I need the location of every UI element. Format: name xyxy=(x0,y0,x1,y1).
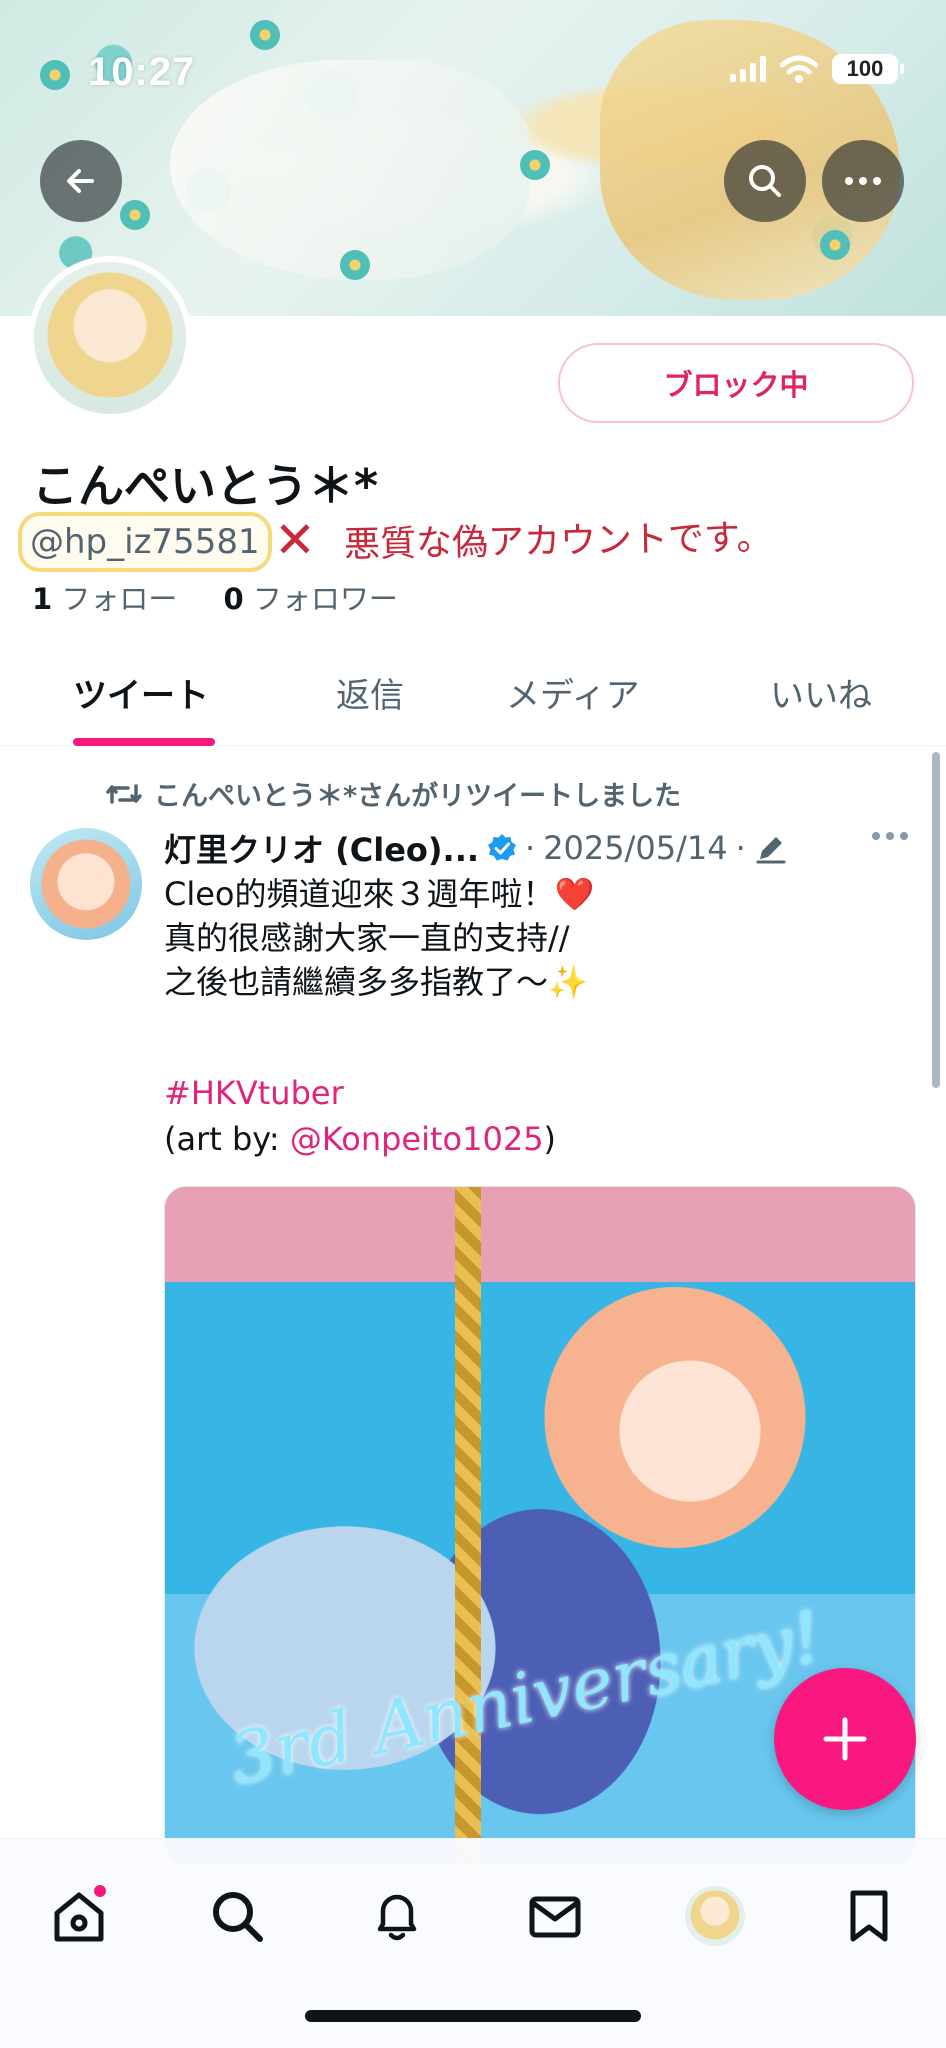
meta-separator: · xyxy=(735,829,746,867)
following-label: フォロー xyxy=(61,582,178,616)
scrollbar[interactable] xyxy=(932,752,940,1088)
tweet-tags: #HKVtuber (art by: @Konpeito1025) xyxy=(164,1070,556,1162)
follow-stats: 1 フォロー 0 フォロワー xyxy=(32,576,398,618)
search-icon xyxy=(213,1892,263,1942)
nav-search[interactable] xyxy=(202,1881,272,1951)
profile-avatar xyxy=(685,1886,745,1946)
retweet-notice: こんぺいとう＊*さんがリツイートしました xyxy=(106,774,681,813)
status-bar: 10:27 100 xyxy=(0,0,946,120)
signal-icon xyxy=(730,56,766,82)
art-credit: (art by: @Konpeito1025) xyxy=(164,1116,556,1162)
compose-tweet-button[interactable] xyxy=(774,1668,916,1810)
plus-icon xyxy=(823,1717,867,1761)
blocked-button[interactable]: ブロック中 xyxy=(558,343,914,423)
credit-prefix: (art by: xyxy=(164,1120,290,1158)
hashtag-link[interactable]: #HKVtuber xyxy=(164,1070,556,1116)
image-carousel-pole xyxy=(455,1187,481,1865)
profile-avatar[interactable] xyxy=(28,256,192,420)
banner-flower xyxy=(520,150,550,180)
user-handle: @hp_iz75581 xyxy=(22,516,268,568)
followers-count: 0 xyxy=(223,582,244,616)
search-icon xyxy=(749,165,781,197)
retweet-notice-text: こんぺいとう＊*さんがリツイートしました xyxy=(154,781,682,812)
image-caption-art: 3rd Anniversary! xyxy=(223,1595,829,1801)
tab-replies[interactable]: 返信 xyxy=(336,668,404,717)
banner-flower xyxy=(820,230,850,260)
search-button[interactable] xyxy=(724,140,806,222)
followers-label: フォロワー xyxy=(252,582,398,616)
tweet-author-avatar[interactable] xyxy=(30,828,142,940)
banner-flower xyxy=(120,200,150,230)
annotation-cross-mark: ✕ xyxy=(274,511,316,569)
tab-media[interactable]: メディア xyxy=(506,668,640,717)
mention-link[interactable]: @Konpeito1025 xyxy=(290,1120,544,1158)
nav-notifications[interactable] xyxy=(362,1881,432,1951)
mail-icon xyxy=(529,1896,581,1938)
more-horizontal-icon xyxy=(845,177,881,185)
banner-flower xyxy=(340,250,370,280)
tab-tweets[interactable]: ツイート xyxy=(73,668,209,717)
tweet-date[interactable]: 2025/05/14 xyxy=(543,829,727,867)
profile-tabs: ツイート 返信 メディア いいね xyxy=(0,650,946,746)
retweet-icon xyxy=(106,783,142,804)
status-time: 10:27 xyxy=(88,50,196,94)
wifi-icon xyxy=(780,55,818,83)
meta-separator: · xyxy=(525,829,536,867)
active-tab-indicator xyxy=(73,738,215,746)
tweet-header: 灯里クリオ (Cleo)... · 2025/05/14 · xyxy=(164,826,788,870)
nav-profile[interactable] xyxy=(680,1881,750,1951)
battery-indicator: 100 xyxy=(832,54,904,84)
nav-home[interactable] xyxy=(44,1881,114,1951)
bookmark-icon xyxy=(850,1890,888,1942)
nav-messages[interactable] xyxy=(520,1881,590,1951)
followers-link[interactable]: 0 フォロワー xyxy=(224,582,398,616)
more-button[interactable] xyxy=(822,140,904,222)
edited-pencil-icon xyxy=(756,837,786,864)
tab-likes[interactable]: いいね xyxy=(770,668,872,717)
following-link[interactable]: 1 フォロー xyxy=(32,582,177,616)
tweet-more-icon[interactable] xyxy=(872,832,908,840)
annotation-note: 悪質な偽アカウントです。 xyxy=(343,517,773,566)
back-button[interactable] xyxy=(40,140,122,222)
display-name: こんぺいとう＊* xyxy=(32,459,379,513)
following-count: 1 xyxy=(32,582,53,616)
verified-badge-icon xyxy=(488,834,517,861)
credit-suffix: ) xyxy=(543,1120,557,1158)
tweet-text: Cleo的頻道迎來３週年啦！❤️ 真的很感謝大家一直的支持// 之後也請繼續多多… xyxy=(164,875,595,1001)
home-indicator[interactable] xyxy=(305,2010,641,2022)
tweet-author-name[interactable]: 灯里クリオ (Cleo)... xyxy=(164,825,479,871)
bell-icon xyxy=(377,1894,417,1941)
arrow-left-icon xyxy=(67,169,94,193)
nav-bookmarks[interactable] xyxy=(834,1881,904,1951)
notification-dot xyxy=(92,1883,108,1899)
